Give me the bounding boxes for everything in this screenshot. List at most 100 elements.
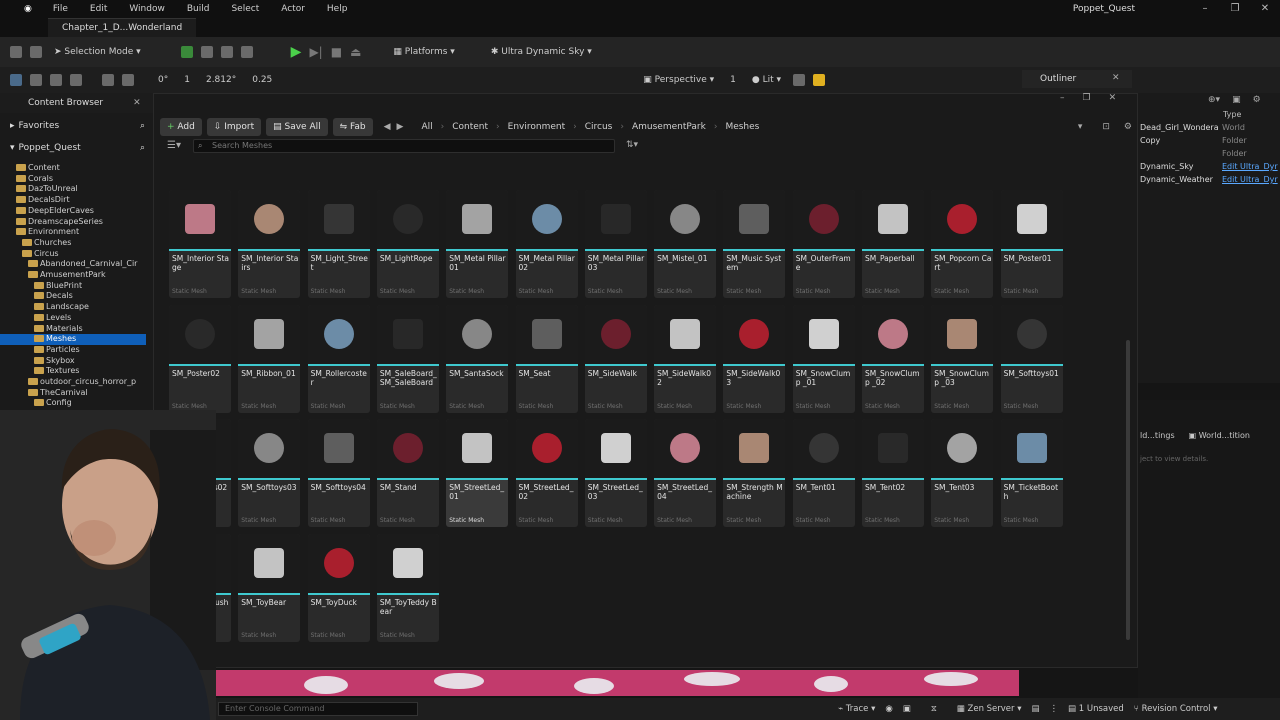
- asset-tile[interactable]: SM_SaleBoard_ SM_SaleBoard Static Mesh: [376, 304, 439, 413]
- outliner-row[interactable]: Folder: [1138, 147, 1280, 160]
- breadcrumb-separator-icon[interactable]: ›: [620, 122, 624, 132]
- tree-item[interactable]: DreamscapeSeries: [0, 217, 146, 228]
- play-icon[interactable]: ▶: [291, 44, 302, 60]
- show-icon[interactable]: [793, 74, 806, 86]
- tree-item[interactable]: Decals: [0, 291, 146, 302]
- asset-tile[interactable]: SM_StreetLed_ 02 Static Mesh: [515, 419, 578, 527]
- snap-angle[interactable]: 0°: [154, 70, 172, 90]
- screenshot-icon[interactable]: ▣: [903, 704, 911, 714]
- asset-tile[interactable]: SM_ToyDuck Static Mesh: [307, 533, 370, 642]
- tree-item[interactable]: Materials: [0, 324, 146, 335]
- asset-tile[interactable]: SM_ToyTeddy Bear Static Mesh: [376, 533, 439, 642]
- tree-item[interactable]: Meshes: [0, 334, 146, 345]
- favorites-header[interactable]: ▸ Favorites ⌕: [10, 121, 145, 131]
- asset-tile[interactable]: SM_Strength Machine Static Mesh: [723, 419, 786, 527]
- zen-server-button[interactable]: ▦ Zen Server ▾: [957, 704, 1022, 714]
- sequencer-icon[interactable]: [220, 46, 233, 58]
- search-icon[interactable]: ⌕: [140, 121, 145, 131]
- scrollbar[interactable]: [1126, 340, 1130, 640]
- perspective-button[interactable]: ▣ Perspective ▾: [639, 70, 718, 90]
- selection-mode-button[interactable]: ➤ Selection Mode ▾: [50, 42, 145, 62]
- close-icon[interactable]: ✕: [1250, 0, 1280, 18]
- asset-tile[interactable]: SM_StreetLed_ 01 Static Mesh: [446, 419, 509, 527]
- asset-tile[interactable]: SM_Mistel_01 Static Mesh: [654, 190, 717, 298]
- asset-tile[interactable]: SM_Tent01 Static Mesh: [792, 419, 855, 527]
- rotate-icon[interactable]: [50, 74, 62, 86]
- console-input[interactable]: Enter Console Command: [218, 702, 418, 716]
- sky-button[interactable]: ✱ Ultra Dynamic Sky ▾: [487, 42, 596, 62]
- menu-edit[interactable]: Edit: [79, 0, 118, 18]
- asset-tile[interactable]: SM_Metal Pillar03 Static Mesh: [584, 190, 647, 298]
- breadcrumb-item[interactable]: Meshes: [725, 122, 759, 132]
- menu-help[interactable]: Help: [316, 0, 359, 18]
- asset-tile[interactable]: SM_Poster02 Static Mesh: [169, 304, 231, 413]
- content-icon[interactable]: ▤: [1032, 704, 1040, 714]
- asset-tile[interactable]: SM_LightRope Static Mesh: [376, 190, 439, 298]
- breadcrumb-item[interactable]: Environment: [508, 122, 565, 132]
- settings-icon[interactable]: ⚙: [1253, 95, 1261, 105]
- filter-icon[interactable]: ☰▾: [167, 140, 181, 151]
- asset-tile[interactable]: SM_Poster01 Static Mesh: [1000, 190, 1063, 298]
- surface-snap-icon[interactable]: [122, 74, 134, 86]
- import-button[interactable]: ⇩ Import: [206, 118, 262, 136]
- asset-tile[interactable]: SM_Tent03 Static Mesh: [931, 419, 994, 527]
- outliner-row-type[interactable]: Edit Ultra_Dyr: [1222, 175, 1278, 184]
- tree-item[interactable]: Churches: [0, 238, 146, 249]
- level-tab[interactable]: Chapter_1_D...Wonderland: [48, 18, 197, 37]
- snap-count[interactable]: 1: [180, 70, 194, 90]
- history-forward-icon[interactable]: ▶: [397, 122, 404, 132]
- move-icon[interactable]: [30, 74, 42, 86]
- maximize-icon[interactable]: ❐: [1220, 0, 1250, 18]
- tree-item[interactable]: Particles: [0, 345, 146, 356]
- tree-item[interactable]: outdoor_circus_horror_p: [0, 377, 146, 388]
- breadcrumb-dropdown-icon[interactable]: ▾: [1078, 122, 1083, 132]
- asset-tile[interactable]: SM_Interior Stairs Static Mesh: [238, 190, 301, 298]
- settings-icon[interactable]: ⚙: [1124, 122, 1132, 132]
- stop-icon[interactable]: ■: [331, 45, 342, 59]
- tree-item[interactable]: Landscape: [0, 302, 146, 313]
- details-tab[interactable]: ld...tings: [1140, 431, 1175, 440]
- breadcrumb-separator-icon[interactable]: ›: [573, 122, 577, 132]
- derived-data-icon[interactable]: ⧖: [931, 704, 937, 714]
- breadcrumb-item[interactable]: All: [421, 122, 432, 132]
- transform-icon[interactable]: [10, 74, 22, 86]
- close-icon[interactable]: ✕: [1109, 93, 1117, 103]
- scale-icon[interactable]: [70, 74, 82, 86]
- eject-icon[interactable]: ⏏: [350, 45, 361, 59]
- asset-tile[interactable]: SM_Metal Pillar02 Static Mesh: [515, 190, 578, 298]
- project-header[interactable]: ▾ Poppet_Quest ⌕: [10, 143, 145, 153]
- history-back-icon[interactable]: ◀: [384, 122, 391, 132]
- grid-size[interactable]: 0.25: [248, 70, 276, 90]
- outliner-row[interactable]: Dynamic_Weather Edit Ultra_Dyr: [1138, 173, 1280, 186]
- breadcrumb-separator-icon[interactable]: ›: [714, 122, 718, 132]
- asset-tile[interactable]: SM_Interior Stage Static Mesh: [169, 190, 231, 298]
- blueprint-icon[interactable]: [200, 46, 213, 58]
- breadcrumb-item[interactable]: Content: [452, 122, 488, 132]
- outliner-close-icon[interactable]: ✕: [1112, 73, 1120, 83]
- asset-tile[interactable]: SM_SnowClump _01 Static Mesh: [792, 304, 855, 413]
- asset-tile[interactable]: SM_SideWalk Static Mesh: [584, 304, 647, 413]
- tree-item[interactable]: Content: [0, 163, 146, 174]
- breadcrumb-item[interactable]: AmusementPark: [632, 122, 706, 132]
- save-all-button[interactable]: ▤ Save All: [266, 118, 328, 136]
- browse-icon[interactable]: [30, 46, 42, 58]
- asset-tile[interactable]: SM_StreetLed_ 03 Static Mesh: [584, 419, 647, 527]
- search-input[interactable]: ⌕ Search Meshes: [193, 139, 615, 153]
- save-icon[interactable]: [10, 46, 22, 58]
- outliner-row[interactable]: Dead_Girl_Wondera World: [1138, 121, 1280, 134]
- tree-item[interactable]: AmusementPark: [0, 270, 146, 281]
- tree-item[interactable]: Config: [0, 398, 146, 409]
- revision-control-button[interactable]: ⑂ Revision Control ▾: [1134, 704, 1218, 714]
- asset-tile[interactable]: SM_Seat Static Mesh: [515, 304, 578, 413]
- platforms-button[interactable]: ▦ Platforms ▾: [389, 42, 458, 62]
- step-icon[interactable]: ▶|: [309, 45, 322, 59]
- menu-build[interactable]: Build: [176, 0, 221, 18]
- unsaved-indicator[interactable]: ▤ 1 Unsaved: [1068, 704, 1124, 714]
- world-icon[interactable]: [102, 74, 114, 86]
- asset-tile[interactable]: SM_ToyBear Static Mesh: [238, 533, 301, 642]
- content-browser-title[interactable]: Content Browser: [28, 98, 103, 108]
- tree-item[interactable]: Skybox: [0, 356, 146, 367]
- add-actor-icon[interactable]: [180, 46, 193, 58]
- asset-tile[interactable]: SM_StreetLed_ 04 Static Mesh: [654, 419, 717, 527]
- asset-tile[interactable]: SM_Stand Static Mesh: [376, 419, 439, 527]
